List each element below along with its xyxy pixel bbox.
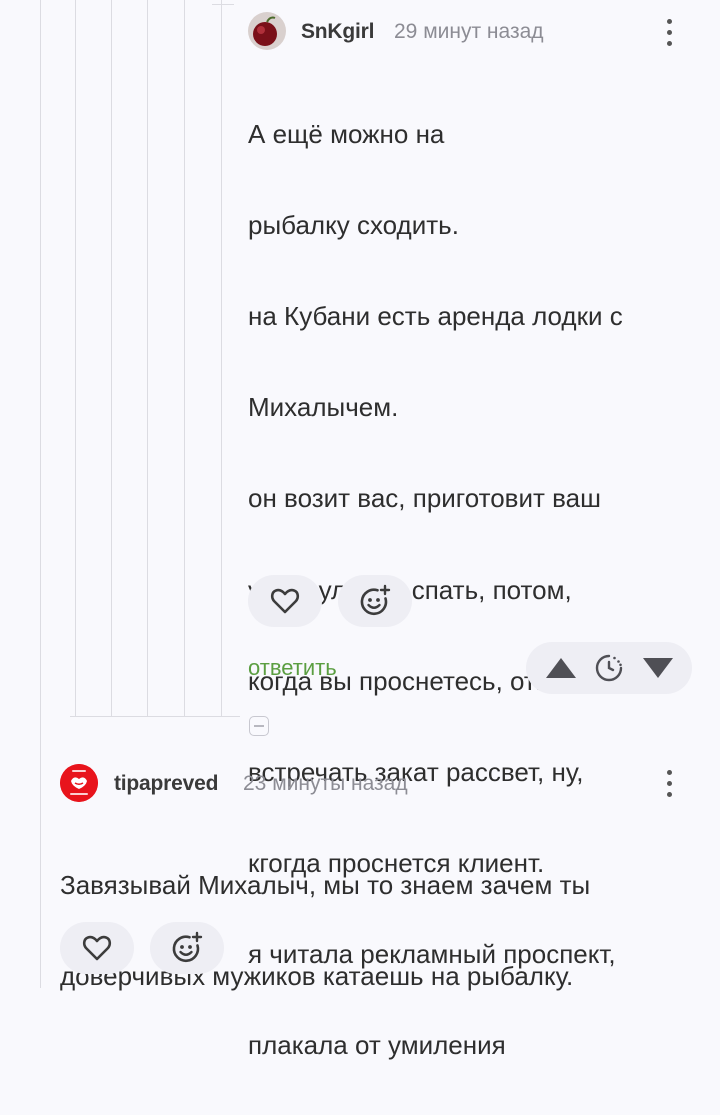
avatar[interactable] [248, 12, 286, 50]
username[interactable]: tipapreved [114, 772, 218, 796]
thread-line [75, 0, 76, 716]
reaction-button[interactable] [338, 575, 412, 627]
thread-line [111, 0, 112, 716]
like-button[interactable] [248, 575, 322, 627]
clock-icon[interactable] [595, 654, 623, 682]
thread-line [184, 0, 185, 716]
heart-outline-icon [270, 588, 300, 614]
vertical-dots-icon[interactable] [663, 770, 675, 803]
timestamp[interactable]: 29 минут назад [394, 20, 544, 44]
rating-control [526, 642, 692, 694]
timestamp[interactable]: 23 минуты назад [243, 772, 408, 796]
heart-outline-icon [82, 935, 112, 961]
reaction-button[interactable] [150, 922, 224, 974]
thread-branch [212, 4, 234, 5]
like-button[interactable] [60, 922, 134, 974]
triangle-down-icon[interactable] [641, 656, 675, 680]
thread-line [221, 0, 222, 716]
thread-line [147, 0, 148, 716]
smiley-plus-icon [172, 931, 203, 963]
triangle-up-icon[interactable] [544, 656, 578, 680]
reply-link[interactable]: ответить [248, 655, 337, 681]
thread-line [40, 0, 41, 988]
thread-branch [70, 716, 240, 717]
username[interactable]: SnKgirl [301, 20, 374, 44]
vertical-dots-icon[interactable] [663, 19, 675, 52]
avatar[interactable] [60, 764, 98, 802]
comment-text: Завязывай Михалыч, мы то знаем зачем ты … [60, 869, 591, 991]
smiley-plus-icon [360, 584, 391, 616]
